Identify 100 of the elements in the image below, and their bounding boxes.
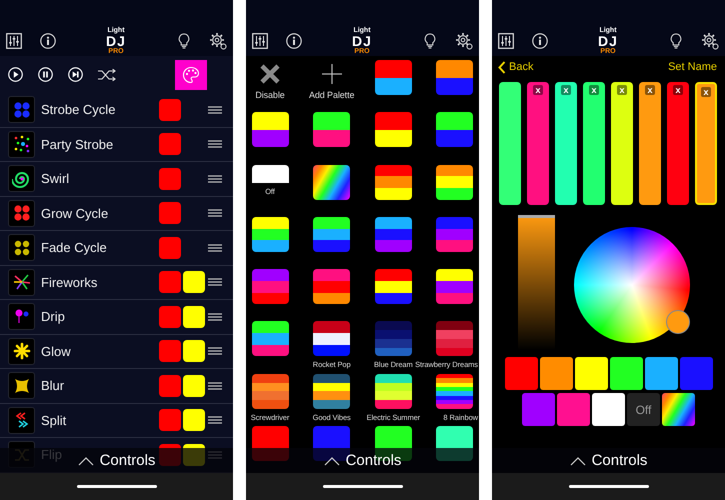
- color-bar[interactable]: x: [667, 82, 689, 205]
- effect-name[interactable]: Blur: [41, 378, 159, 394]
- controls-menu[interactable]: Controls: [246, 448, 479, 473]
- color-bar[interactable]: x: [527, 82, 549, 205]
- lightbulb-icon[interactable]: [176, 33, 192, 49]
- palette-swatch[interactable]: [436, 321, 474, 356]
- drag-handle-icon[interactable]: [208, 244, 222, 252]
- drag-handle-icon[interactable]: [208, 106, 222, 114]
- color-swatch[interactable]: [183, 340, 205, 362]
- palette-swatch[interactable]: [374, 321, 412, 356]
- remove-mark[interactable]: x: [645, 85, 654, 95]
- settings-icon[interactable]: [455, 32, 473, 50]
- color-bar[interactable]: x: [639, 82, 661, 205]
- shuffle-icon[interactable]: [98, 68, 116, 80]
- palette-button[interactable]: [175, 60, 207, 90]
- drag-handle-icon[interactable]: [208, 278, 222, 286]
- palette-swatch[interactable]: [313, 374, 350, 409]
- color-preset[interactable]: [557, 393, 590, 426]
- palette-swatch[interactable]: [252, 216, 288, 252]
- palette-swatch[interactable]: [252, 321, 288, 356]
- info-icon[interactable]: [532, 33, 548, 49]
- color-preset[interactable]: [680, 357, 712, 390]
- color-swatch[interactable]: [183, 306, 205, 328]
- palette-swatch[interactable]: [436, 374, 474, 409]
- off-preset[interactable]: Off: [627, 393, 660, 426]
- palette-swatch[interactable]: [374, 269, 412, 304]
- effect-name[interactable]: Strobe Cycle: [41, 102, 159, 118]
- mixer-icon[interactable]: [252, 33, 268, 49]
- color-swatch[interactable]: [159, 133, 181, 156]
- effect-name[interactable]: Glow: [41, 344, 159, 359]
- palette-swatch[interactable]: [313, 112, 350, 148]
- settings-icon[interactable]: [701, 32, 719, 50]
- color-preset[interactable]: [644, 357, 678, 390]
- color-bar[interactable]: x: [555, 82, 577, 205]
- palette-swatch[interactable]: [436, 60, 474, 95]
- effect-name[interactable]: Grow Cycle: [41, 206, 159, 221]
- settings-icon[interactable]: [209, 32, 227, 50]
- palette-swatch[interactable]: [374, 216, 412, 252]
- drag-handle-icon[interactable]: [208, 174, 222, 183]
- color-preset[interactable]: [540, 357, 572, 390]
- remove-mark[interactable]: x: [589, 85, 598, 95]
- color-bar[interactable]: x: [583, 82, 605, 205]
- rainbow-swatch[interactable]: [313, 164, 350, 200]
- info-icon[interactable]: [40, 33, 56, 49]
- color-preset[interactable]: [610, 357, 642, 390]
- color-swatch[interactable]: [183, 374, 205, 397]
- palette-swatch[interactable]: [313, 321, 350, 356]
- color-preset[interactable]: [574, 357, 608, 390]
- palette-swatch[interactable]: [374, 112, 412, 148]
- info-icon[interactable]: [286, 33, 302, 49]
- drag-handle-icon[interactable]: [208, 347, 222, 356]
- color-swatch[interactable]: [159, 409, 181, 432]
- palette-swatch[interactable]: [374, 374, 412, 409]
- palette-swatch[interactable]: [374, 164, 412, 200]
- mixer-icon[interactable]: [498, 33, 514, 49]
- color-preset[interactable]: [592, 393, 625, 426]
- palette-swatch[interactable]: [436, 269, 474, 304]
- color-preset[interactable]: [522, 393, 555, 426]
- color-swatch[interactable]: [183, 271, 205, 294]
- drag-handle-icon[interactable]: [208, 140, 222, 148]
- color-swatch[interactable]: [159, 202, 181, 224]
- color-swatch[interactable]: [159, 271, 181, 294]
- drag-handle-icon[interactable]: [208, 209, 222, 218]
- effect-name[interactable]: Swirl: [41, 171, 159, 186]
- plus-icon[interactable]: [320, 63, 343, 85]
- drag-handle-icon[interactable]: [208, 312, 222, 321]
- set-name-button[interactable]: Set Name: [668, 61, 717, 73]
- effect-name[interactable]: Fade Cycle: [41, 240, 159, 256]
- wheel-handle[interactable]: [666, 310, 690, 334]
- remove-mark[interactable]: x: [701, 87, 710, 97]
- color-swatch[interactable]: [183, 409, 205, 432]
- color-swatch[interactable]: [159, 374, 181, 397]
- palette-swatch[interactable]: [252, 374, 288, 409]
- lightbulb-icon[interactable]: [668, 33, 684, 49]
- color-swatch[interactable]: [159, 236, 181, 259]
- palette-swatch[interactable]: [436, 216, 474, 252]
- color-bar[interactable]: x: [611, 82, 633, 205]
- drag-handle-icon[interactable]: [208, 382, 222, 390]
- slider-thumb[interactable]: [518, 215, 555, 218]
- rainbow-preset[interactable]: [662, 393, 695, 426]
- color-swatch[interactable]: [159, 98, 181, 121]
- brightness-slider[interactable]: [518, 215, 555, 350]
- remove-mark[interactable]: x: [617, 85, 626, 95]
- color-swatch[interactable]: [159, 306, 181, 328]
- skip-next-icon[interactable]: [68, 67, 83, 82]
- color-swatch[interactable]: [159, 340, 181, 362]
- back-button[interactable]: Back: [498, 60, 534, 74]
- remove-mark[interactable]: x: [673, 85, 682, 95]
- palette-swatch[interactable]: [374, 60, 412, 95]
- palette-swatch[interactable]: [436, 112, 474, 148]
- palette-swatch[interactable]: [436, 164, 474, 200]
- color-preset[interactable]: [504, 357, 538, 390]
- close-icon[interactable]: [259, 63, 281, 85]
- palette-swatch[interactable]: [313, 269, 350, 304]
- palette-swatch[interactable]: [252, 112, 288, 148]
- effect-name[interactable]: Split: [41, 412, 159, 428]
- remove-mark[interactable]: x: [533, 85, 542, 95]
- controls-menu[interactable]: Controls: [492, 448, 725, 473]
- palette-swatch[interactable]: [313, 216, 350, 252]
- effect-name[interactable]: Fireworks: [41, 274, 159, 290]
